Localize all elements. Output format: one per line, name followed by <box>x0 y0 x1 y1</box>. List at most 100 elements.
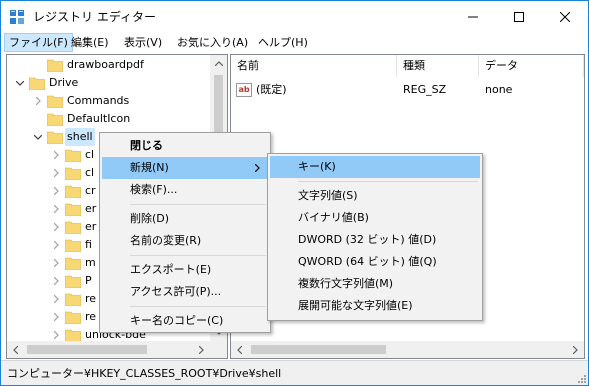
new-submenu-item[interactable]: 展開可能な文字列値(E) <box>270 295 480 317</box>
chevron-right-icon[interactable] <box>51 272 61 290</box>
new-submenu-item-label: DWORD (32 ビット) 値(D) <box>298 233 437 246</box>
chevron-right-icon[interactable] <box>51 308 61 326</box>
value-type: REG_SZ <box>403 83 447 96</box>
new-submenu-item[interactable]: 文字列値(S) <box>270 185 480 207</box>
context-menu-item[interactable]: エクスポート(E) <box>102 259 268 281</box>
context-menu-item-label: 新規(N) <box>130 161 169 174</box>
column-header-type[interactable]: 種類 <box>397 55 479 77</box>
new-submenu-item[interactable]: キー(K) <box>270 156 480 178</box>
column-header-name[interactable]: 名前 <box>231 55 397 77</box>
folder-icon <box>46 94 64 109</box>
chevron-up-icon <box>214 61 223 66</box>
new-submenu-item-label: 複数行文字列値(M) <box>298 277 394 290</box>
new-submenu-item-label: QWORD (64 ビット) 値(Q) <box>298 255 437 268</box>
tree-item-label: er <box>85 202 97 215</box>
folder-icon <box>64 148 82 163</box>
context-menu-item[interactable]: 検索(F)... <box>102 179 268 201</box>
context-menu-item-label: アクセス許可(P)... <box>130 285 222 298</box>
scroll-left-arrow[interactable] <box>7 341 24 358</box>
context-menu-item[interactable]: キー名のコピー(C) <box>102 310 268 332</box>
list-horizontal-scrollbar[interactable] <box>231 341 584 358</box>
tree-item-label: drawboardpdf <box>67 58 144 71</box>
menu-separator <box>130 204 266 205</box>
folder-icon <box>64 310 82 325</box>
menu-edit[interactable]: 編集(E) <box>67 33 113 52</box>
context-menu-item[interactable]: アクセス許可(P)... <box>102 281 268 303</box>
list-horizontal-scroll-thumb[interactable] <box>251 345 386 354</box>
new-submenu-item[interactable]: QWORD (64 ビット) 値(Q) <box>270 251 480 273</box>
close-button[interactable] <box>542 1 588 32</box>
menu-view[interactable]: 表示(V) <box>120 33 166 52</box>
chevron-right-icon <box>573 345 578 354</box>
folder-icon <box>64 328 82 343</box>
minimize-icon <box>468 16 478 17</box>
menu-separator <box>130 255 266 256</box>
context-menu-item[interactable]: 閉じる <box>102 135 268 157</box>
registry-editor-app-icon <box>10 10 24 24</box>
context-menu-item-label: 検索(F)... <box>130 183 178 196</box>
new-submenu-item-label: 文字列値(S) <box>298 189 358 202</box>
value-row[interactable]: ab (既定) REG_SZ none <box>231 80 584 100</box>
new-submenu-item[interactable]: DWORD (32 ビット) 値(D) <box>270 229 480 251</box>
menu-help[interactable]: ヘルプ(H) <box>254 33 312 52</box>
menu-favorites[interactable]: お気に入り(A) <box>173 33 252 52</box>
chevron-left-icon <box>13 345 18 354</box>
folder-icon <box>64 238 82 253</box>
value-data: none <box>485 83 513 96</box>
chevron-down-icon[interactable] <box>15 74 25 92</box>
folder-icon <box>64 166 82 181</box>
tree-item-label: re <box>85 310 97 323</box>
chevron-down-icon[interactable] <box>33 128 43 146</box>
tree-horizontal-scrollbar[interactable] <box>7 341 210 358</box>
tree-item-label: cl <box>85 166 95 179</box>
tree-item[interactable]: Drive <box>7 74 210 92</box>
context-menu-item[interactable]: 新規(N) <box>102 157 268 179</box>
scroll-left-arrow[interactable] <box>231 341 248 358</box>
chevron-right-icon[interactable] <box>51 290 61 308</box>
tree-item-label: cr <box>85 184 96 197</box>
chevron-right-icon[interactable] <box>51 218 61 236</box>
tree-item[interactable]: drawboardpdf <box>7 56 210 74</box>
scroll-right-arrow[interactable] <box>193 341 210 358</box>
registry-editor-window: レジストリ エディター ファイル(F) 編集(E) 表示(V) お気に入り(A)… <box>0 0 589 386</box>
new-submenu: キー(K) 文字列値(S) バイナリ値(B) DWORD (32 ビット) 値(D) Q… <box>267 153 483 321</box>
new-submenu-item-label: キー(K) <box>298 160 336 173</box>
column-header-data[interactable]: データ <box>479 55 584 77</box>
chevron-right-icon[interactable] <box>51 182 61 200</box>
chevron-right-icon[interactable] <box>51 236 61 254</box>
minimize-button[interactable] <box>450 1 496 32</box>
tree-item-label: fi <box>85 238 92 251</box>
status-bar: コンピューター¥HKEY_CLASSES_ROOT¥Drive¥shell <box>1 360 588 385</box>
context-menu-item[interactable]: 名前の変更(R) <box>102 230 268 252</box>
tree-horizontal-scroll-thumb[interactable] <box>27 345 147 354</box>
tree-item[interactable]: Commands <box>7 92 210 110</box>
folder-icon <box>64 292 82 307</box>
chevron-right-icon[interactable] <box>51 254 61 272</box>
chevron-right-icon[interactable] <box>51 146 61 164</box>
folder-icon <box>64 256 82 271</box>
chevron-right-icon[interactable] <box>33 92 43 110</box>
menu-file[interactable]: ファイル(F) <box>4 33 73 52</box>
tree-item[interactable]: DefaultIcon <box>7 110 210 128</box>
resize-grip-icon[interactable] <box>576 373 586 383</box>
tree-item-label: P <box>85 274 92 287</box>
scroll-up-arrow[interactable] <box>210 55 227 72</box>
folder-icon <box>64 184 82 199</box>
context-menu-item[interactable]: 削除(D) <box>102 208 268 230</box>
chevron-right-icon[interactable] <box>51 200 61 218</box>
chevron-right-icon <box>255 157 260 179</box>
title-bar[interactable]: レジストリ エディター <box>1 1 588 32</box>
value-name: (既定) <box>256 83 287 96</box>
maximize-button[interactable] <box>496 1 542 32</box>
new-submenu-item[interactable]: 複数行文字列値(M) <box>270 273 480 295</box>
scroll-right-arrow[interactable] <box>567 341 584 358</box>
tree-item-label: re <box>85 292 97 305</box>
new-submenu-item-label: バイナリ値(B) <box>298 211 369 224</box>
context-menu-item-label: エクスポート(E) <box>130 263 212 276</box>
context-menu: 閉じる新規(N) 検索(F)... 削除(D) 名前の変更(R) エクスポート(E) アク… <box>99 132 271 333</box>
folder-icon <box>64 202 82 217</box>
chevron-right-icon[interactable] <box>51 164 61 182</box>
new-submenu-item[interactable]: バイナリ値(B) <box>270 207 480 229</box>
chevron-right-icon <box>199 345 204 354</box>
